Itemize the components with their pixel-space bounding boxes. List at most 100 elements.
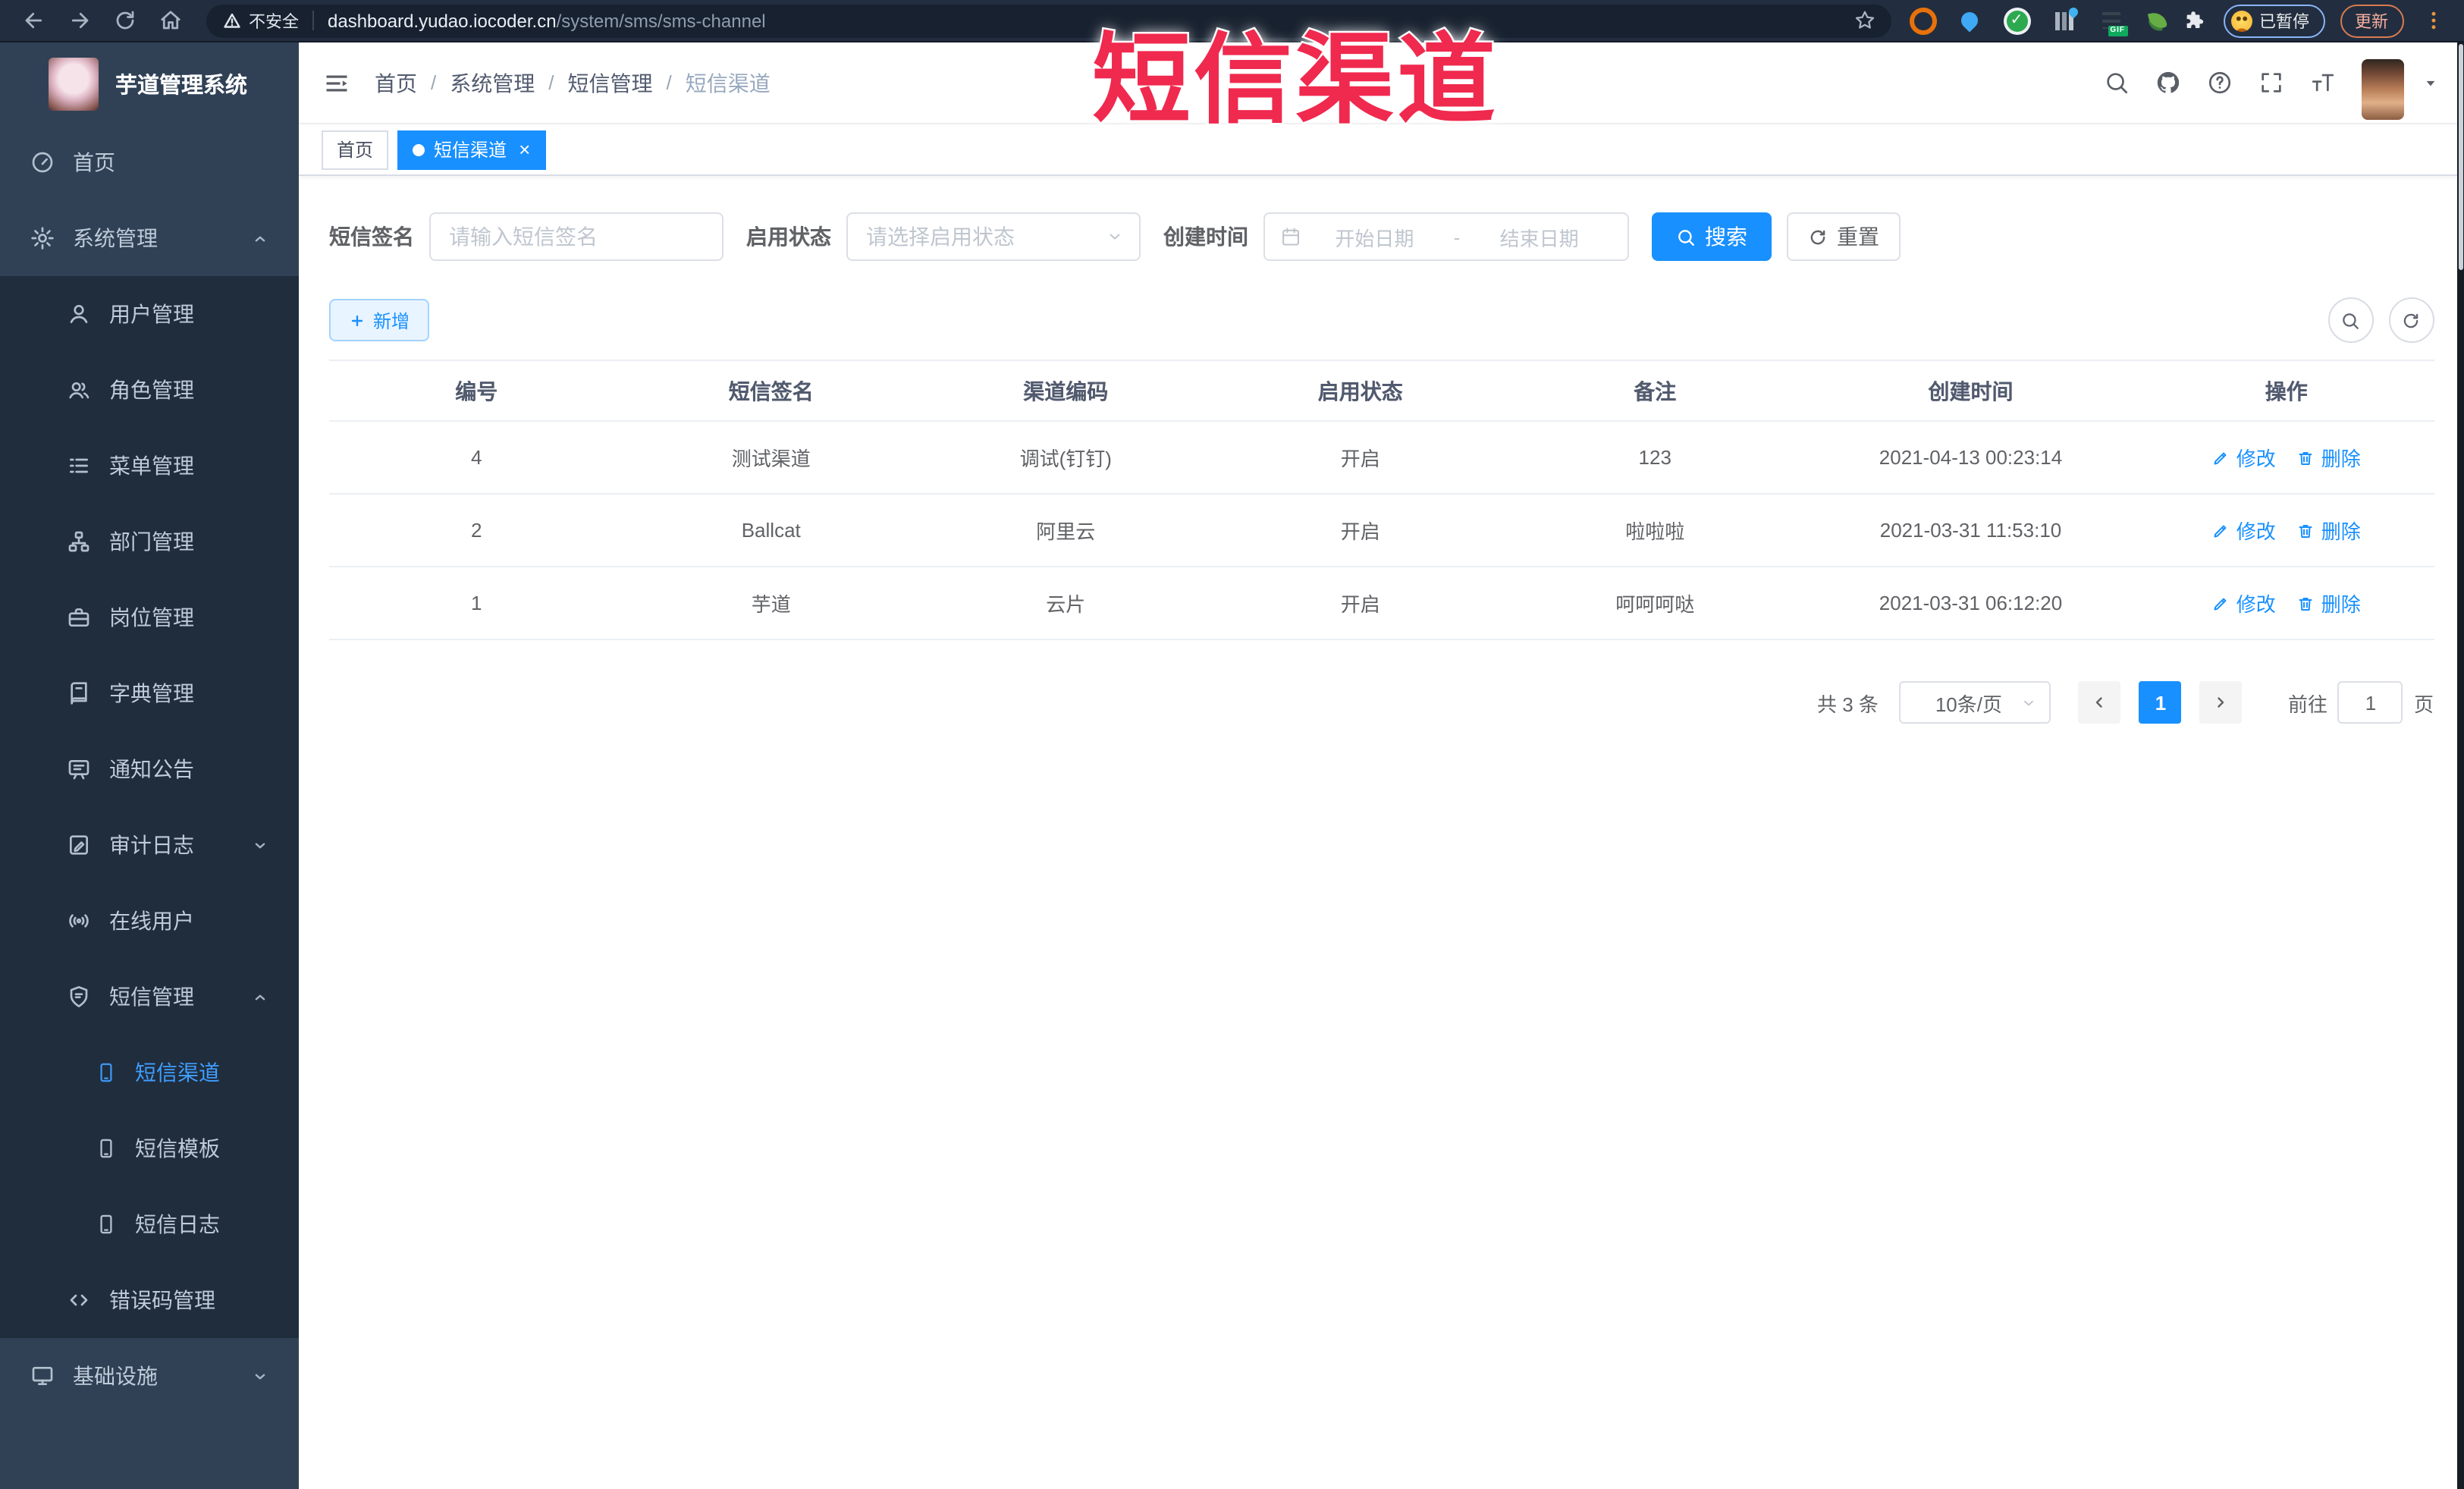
phone-icon [96, 1214, 117, 1235]
sidebar-item-infrastructure[interactable]: 基础设施 [0, 1338, 299, 1414]
security-status[interactable]: 不安全 [223, 8, 299, 33]
breadcrumb-sms[interactable]: 短信管理 [568, 68, 653, 98]
arrow-left-icon [2091, 693, 2109, 712]
end-date-placeholder[interactable]: 结束日期 [1466, 222, 1612, 251]
sidebar-item-sms-template[interactable]: 短信模板 [0, 1110, 299, 1186]
date-range-picker[interactable]: 开始日期 - 结束日期 [1263, 212, 1629, 261]
column-header: 启用状态 [1213, 360, 1508, 422]
tab-home[interactable]: 首页 [322, 130, 389, 169]
sidebar-item-home[interactable]: 首页 [0, 124, 299, 200]
search-button[interactable]: 搜索 [1652, 212, 1772, 261]
scrollbar-thumb[interactable] [2458, 44, 2463, 270]
code-icon [67, 1288, 91, 1312]
refresh-table-button[interactable] [2388, 297, 2434, 343]
hamburger-icon[interactable] [323, 69, 350, 96]
reset-button[interactable]: 重置 [1787, 212, 1901, 261]
bookmark-star-icon[interactable] [1853, 9, 1875, 32]
sidebar-item-online-users[interactable]: 在线用户 [0, 883, 299, 959]
avatar-caret-down-icon[interactable] [2420, 73, 2440, 93]
refresh-icon [2401, 310, 2421, 330]
emoji-face-icon [2230, 10, 2252, 31]
browser-back-button[interactable] [15, 2, 52, 39]
next-page-button[interactable] [2199, 681, 2243, 724]
sprout-extension-icon[interactable] [2144, 7, 2171, 34]
browser-home-button[interactable] [152, 2, 188, 39]
post-icon [67, 605, 91, 630]
equalizer-drop-extension-icon[interactable] [2050, 7, 2077, 34]
sidebar-item-sms-channel[interactable]: 短信渠道 [0, 1035, 299, 1110]
sms-shield-icon [67, 985, 91, 1009]
sidebar-item-menu-management[interactable]: 菜单管理 [0, 428, 299, 504]
cell-created: 2021-04-13 00:23:14 [1802, 421, 2139, 495]
search-form: 短信签名 启用状态 请选择启用状态 创建时间 [329, 212, 2434, 261]
delete-link[interactable]: 删除 [2297, 443, 2361, 472]
time-label: 创建时间 [1163, 225, 1248, 249]
sign-input[interactable] [429, 212, 724, 261]
filter-sign: 短信签名 [329, 212, 724, 261]
prev-page-button[interactable] [2078, 681, 2121, 724]
tab-sms-channel[interactable]: 短信渠道 × [397, 130, 546, 169]
edit-link[interactable]: 修改 [2212, 516, 2276, 545]
help-icon[interactable] [2206, 70, 2232, 96]
table-body: 4 测试渠道 调试(钉钉) 开启 123 2021-04-13 00:23:14 修改 删除 2… [329, 421, 2434, 640]
start-date-placeholder[interactable]: 开始日期 [1301, 222, 1448, 251]
edit-link[interactable]: 修改 [2212, 443, 2276, 472]
browser-forward-button[interactable] [61, 2, 97, 39]
status-select[interactable]: 请选择启用状态 [846, 212, 1141, 261]
browser-update-button[interactable]: 更新 [2340, 4, 2403, 37]
sidebar-item-dict-management[interactable]: 字典管理 [0, 655, 299, 731]
column-header: 备注 [1508, 360, 1803, 422]
sidebar-item-system-management[interactable]: 系统管理 [0, 200, 299, 276]
delete-link[interactable]: 删除 [2297, 589, 2361, 617]
breadcrumb-separator: / [548, 71, 554, 94]
page-scrollbar[interactable] [2457, 42, 2464, 1489]
orange-ring-extension-icon[interactable] [1909, 7, 1936, 34]
fullscreen-icon[interactable] [2258, 70, 2284, 96]
delete-link[interactable]: 删除 [2297, 516, 2361, 545]
github-icon[interactable] [2155, 70, 2180, 96]
monitor-icon [30, 1364, 55, 1388]
total-count: 共 3 条 [1817, 693, 1879, 715]
edit-link[interactable]: 修改 [2212, 589, 2276, 617]
sidebar-item-sms-management[interactable]: 短信管理 [0, 959, 299, 1035]
browser-reload-button[interactable] [106, 2, 143, 39]
sidebar-item-dept-management[interactable]: 部门管理 [0, 504, 299, 580]
select-caret-down-icon [2021, 694, 2038, 711]
column-header: 创建时间 [1802, 360, 2139, 422]
tab-close-icon[interactable]: × [519, 140, 530, 159]
sidebar-item-post-management[interactable]: 岗位管理 [0, 580, 299, 655]
toggle-search-button[interactable] [2327, 297, 2373, 343]
blue-pin-extension-icon[interactable] [1956, 7, 1983, 34]
page-title-watermark: 短信渠道 [1090, 23, 1499, 137]
breadcrumb-system[interactable]: 系统管理 [450, 68, 535, 98]
sidebar-item-error-code-management[interactable]: 错误码管理 [0, 1262, 299, 1338]
goto-page-input[interactable] [2337, 681, 2403, 724]
online-user-icon [67, 909, 91, 933]
cell-created: 2021-03-31 11:53:10 [1802, 494, 2139, 567]
font-size-icon[interactable] [2309, 70, 2335, 96]
add-button[interactable]: 新增 [329, 299, 430, 341]
breadcrumb-separator: / [666, 71, 672, 94]
sidebar-item-notice-announcement[interactable]: 通知公告 [0, 731, 299, 807]
avatar[interactable] [2361, 58, 2403, 119]
app-logo[interactable]: 芋道管理系统 [0, 42, 299, 124]
page-size-select[interactable]: 10条/页 [1899, 681, 2051, 724]
header-actions [2103, 46, 2440, 119]
breadcrumb: 首页 / 系统管理 / 短信管理 / 短信渠道 [375, 68, 771, 98]
sidebar-item-audit-log[interactable]: 审计日志 [0, 807, 299, 883]
page-number-active[interactable]: 1 [2139, 681, 2182, 724]
header-search-icon[interactable] [2103, 70, 2129, 96]
list-gif-extension-icon[interactable] [2097, 7, 2127, 36]
address-bar[interactable]: 不安全 dashboard.yudao.iocoder.cn /system/s… [206, 4, 1891, 37]
breadcrumb-home[interactable]: 首页 [375, 68, 417, 98]
extensions-puzzle-icon[interactable] [2180, 7, 2208, 34]
sidebar-item-role-management[interactable]: 角色管理 [0, 352, 299, 428]
green-check-extension-icon[interactable] [2003, 7, 2030, 34]
sidebar-item-user-management[interactable]: 用户管理 [0, 276, 299, 352]
paused-badge[interactable]: 已暂停 [2223, 4, 2324, 37]
search-icon [2340, 310, 2360, 330]
pencil-icon [2212, 594, 2230, 612]
sidebar-item-sms-log[interactable]: 短信日志 [0, 1186, 299, 1262]
browser-menu-kebab-icon[interactable] [2415, 2, 2452, 39]
cell-sign: 测试渠道 [623, 421, 918, 495]
